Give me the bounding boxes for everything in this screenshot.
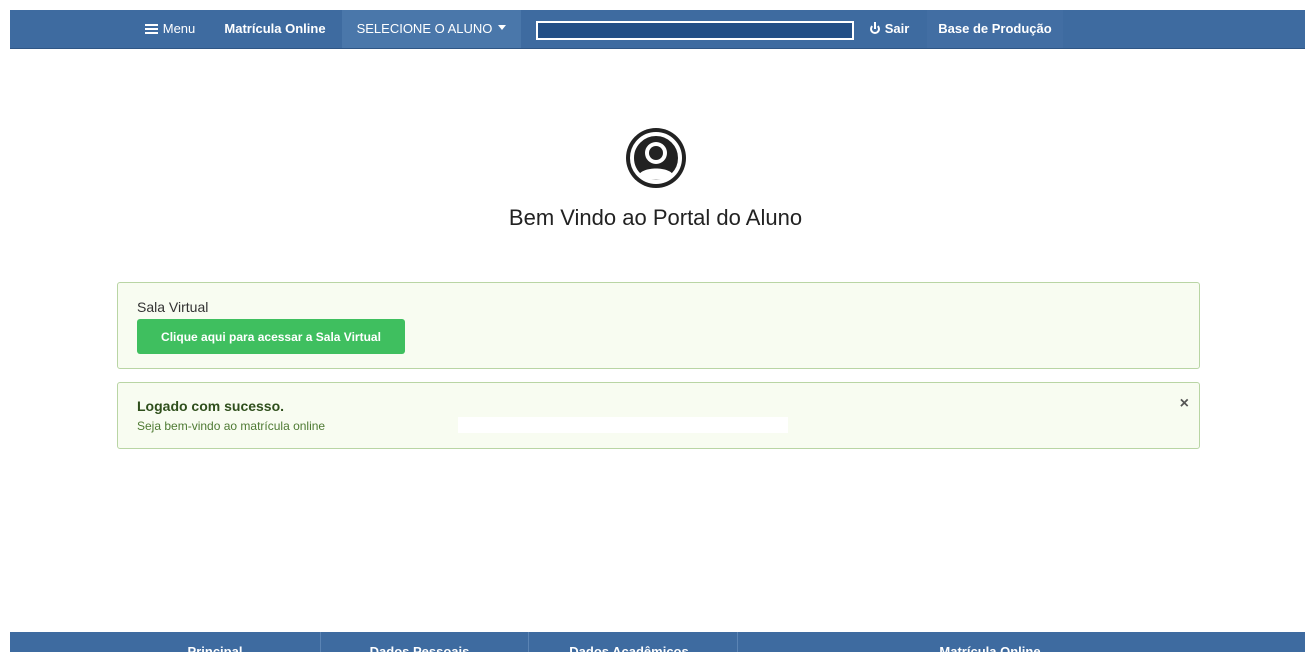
student-select-dropdown[interactable]: SELECIONE O ALUNO: [342, 10, 521, 48]
redacted-area: [458, 417, 788, 433]
menu-label: Menu: [162, 21, 196, 36]
welcome-section: Bem Vindo ao Portal do Aluno: [0, 128, 1311, 231]
environment-label: Base de Produção: [927, 10, 1063, 48]
alert-message: Seja bem-vindo ao matrícula online: [137, 419, 326, 433]
power-icon: [869, 22, 880, 34]
close-icon[interactable]: ×: [1180, 395, 1189, 413]
top-navbar: Menu Matrícula Online SELECIONE O ALUNO …: [10, 10, 1305, 49]
success-alert: Logado com sucesso. Seja bem-vindo ao ma…: [117, 382, 1200, 449]
app-name-link[interactable]: Matrícula Online: [209, 10, 341, 48]
footer-divider: [528, 632, 529, 652]
sala-virtual-label: Sala Virtual: [137, 299, 209, 315]
caret-down-icon: [498, 25, 507, 30]
user-avatar-icon: [625, 128, 686, 188]
footer-tab-dados-academicos[interactable]: Dados Acadêmicos: [530, 642, 728, 652]
sala-virtual-button[interactable]: Clique aqui para acessar a Sala Virtual: [137, 319, 405, 354]
footer-divider: [737, 632, 738, 652]
page-title: Bem Vindo ao Portal do Aluno: [508, 205, 803, 230]
logout-label: Sair: [884, 21, 910, 36]
footer-tab-principal[interactable]: Principal: [120, 642, 310, 652]
sala-virtual-card: Sala Virtual Clique aqui para acessar a …: [117, 282, 1200, 369]
footer-tab-dados-pessoais[interactable]: Dados Pessoais: [322, 642, 517, 652]
logout-button[interactable]: Sair: [858, 10, 921, 48]
alert-title: Logado com sucesso.: [137, 398, 285, 414]
footer-nav: Principal Dados Pessoais Dados Acadêmico…: [10, 632, 1305, 652]
redacted-user-name: [536, 21, 854, 40]
student-select-label: SELECIONE O ALUNO: [356, 21, 493, 36]
menu-button[interactable]: Menu: [132, 10, 208, 48]
hamburger-icon: [144, 24, 158, 34]
footer-divider: [320, 632, 321, 652]
footer-tab-matricula-online[interactable]: Matrícula Online: [740, 642, 1240, 652]
